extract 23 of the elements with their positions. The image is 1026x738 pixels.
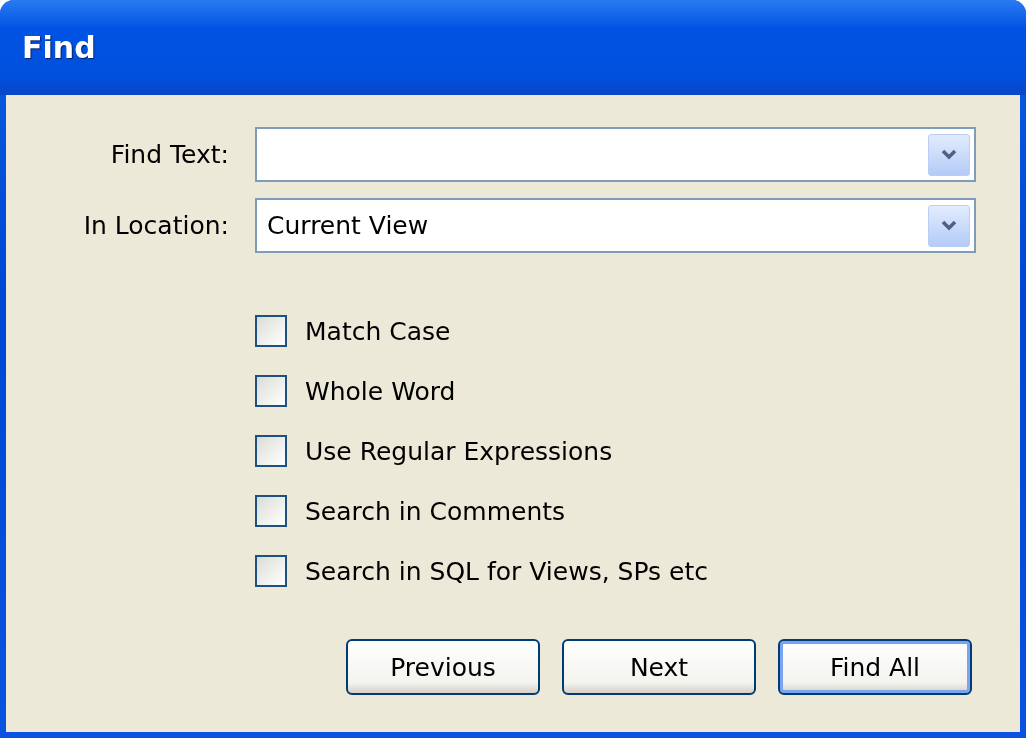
field-label: In Location: — [82, 211, 230, 240]
checkbox-label: Search in Comments — [305, 496, 566, 526]
checkbox[interactable] — [255, 315, 287, 347]
checkbox-label: Match Case — [305, 316, 451, 346]
checkbox-label: Use Regular Expressions — [305, 436, 613, 466]
chevron-down-icon — [941, 148, 957, 161]
dialog-button[interactable]: Find All — [778, 639, 972, 695]
combo-box[interactable]: Current View — [255, 198, 976, 253]
checkbox[interactable] — [255, 495, 287, 527]
combo-value: Current View — [267, 211, 430, 240]
dialog-button[interactable]: Next — [562, 639, 756, 695]
checkbox-label: Whole Word — [305, 376, 456, 406]
field-label: Find Text: — [109, 140, 230, 169]
checkbox[interactable] — [255, 435, 287, 467]
dialog-button[interactable]: Previous — [346, 639, 540, 695]
checkbox[interactable] — [255, 375, 287, 407]
checkbox-label: Search in SQL for Views, SPs etc — [305, 556, 708, 586]
checkbox[interactable] — [255, 555, 287, 587]
window-title: Find — [22, 30, 96, 65]
dropdown-button[interactable] — [928, 133, 970, 176]
combo-box[interactable] — [255, 127, 976, 182]
chevron-down-icon — [941, 219, 957, 232]
dropdown-button[interactable] — [928, 204, 970, 247]
